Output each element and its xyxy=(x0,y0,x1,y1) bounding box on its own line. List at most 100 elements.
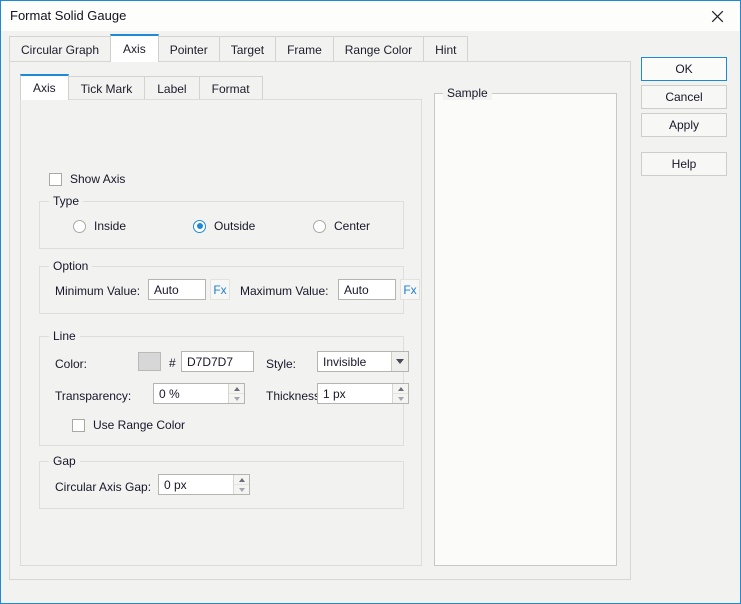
chevron-down-icon[interactable] xyxy=(391,352,408,371)
radio-outside-label: Outside xyxy=(214,219,256,233)
tab-label: Hint xyxy=(435,42,457,57)
tab-target[interactable]: Target xyxy=(218,36,277,62)
minimum-value-label: Minimum Value: xyxy=(55,284,141,298)
window-title: Format Solid Gauge xyxy=(10,8,127,23)
help-button-label: Help xyxy=(671,157,697,171)
tab-circular-graph[interactable]: Circular Graph xyxy=(9,36,112,62)
tab-content-panel: Axis Tick Mark Label Format Show Axis Ty… xyxy=(9,61,631,580)
tab-label: Circular Graph xyxy=(21,42,100,57)
sample-title: Sample xyxy=(443,86,492,100)
line-group-title: Line xyxy=(49,329,80,343)
maximum-value-label: Maximum Value: xyxy=(240,284,329,298)
minimum-value-text: Auto xyxy=(154,282,179,297)
tab-hint[interactable]: Hint xyxy=(423,36,469,62)
minimum-value-input[interactable]: Auto xyxy=(148,279,206,300)
minimum-value-fx-button[interactable]: Fx xyxy=(210,279,230,300)
tab-label: Range Color xyxy=(344,42,413,57)
subtab-label: Label xyxy=(157,81,187,96)
line-style-dropdown[interactable]: Invisible xyxy=(317,351,409,372)
gap-group-title: Gap xyxy=(49,454,80,468)
radio-inside[interactable] xyxy=(73,219,86,233)
radio-outside-row[interactable]: Outside xyxy=(193,219,255,233)
use-range-color-label: Use Range Color xyxy=(93,418,186,432)
title-bar: Format Solid Gauge xyxy=(1,1,740,31)
circular-axis-gap-label: Circular Axis Gap: xyxy=(55,480,152,494)
fx-label: Fx xyxy=(213,282,227,297)
option-group-title: Option xyxy=(49,259,93,273)
maximum-value-text: Auto xyxy=(344,282,369,297)
ok-button-label: OK xyxy=(675,62,693,76)
spinner-down-icon[interactable] xyxy=(233,485,249,494)
thickness-spinner-buttons[interactable] xyxy=(392,384,408,403)
tab-frame[interactable]: Frame xyxy=(275,36,334,62)
radio-outside[interactable] xyxy=(193,219,206,233)
subtab-format[interactable]: Format xyxy=(198,76,263,100)
sample-preview-group: Sample xyxy=(434,86,617,566)
use-range-color-checkbox[interactable] xyxy=(72,418,85,432)
hash-symbol: # xyxy=(169,356,176,370)
line-color-label: Color: xyxy=(55,357,88,371)
circular-axis-gap-value: 0 px xyxy=(164,477,187,492)
line-color-swatch[interactable] xyxy=(138,352,161,371)
fx-label: Fx xyxy=(403,282,417,297)
show-axis-checkbox-row[interactable]: Show Axis xyxy=(49,172,125,186)
subtab-axis[interactable]: Axis xyxy=(20,74,69,100)
axis-settings-panel: Show Axis Type Inside Outside Center Opt… xyxy=(20,99,422,566)
spinner-down-icon[interactable] xyxy=(392,394,408,403)
thickness-label: Thickness: xyxy=(266,389,324,403)
line-color-hex-text: D7D7D7 xyxy=(187,354,234,369)
line-style-label: Style: xyxy=(266,357,297,371)
tab-axis[interactable]: Axis xyxy=(110,34,159,62)
type-group: Type Inside Outside Center xyxy=(39,194,404,249)
thickness-value: 1 px xyxy=(323,386,346,401)
subtab-label: Format xyxy=(211,81,250,96)
maximum-value-input[interactable]: Auto xyxy=(338,279,396,300)
line-group: Line Color: # D7D7D7 Style: Invisible Tr… xyxy=(39,329,409,446)
format-solid-gauge-dialog: Format Solid Gauge Circular Graph Axis P… xyxy=(0,0,741,604)
close-icon[interactable] xyxy=(694,1,740,31)
gap-group: Gap Circular Axis Gap: 0 px xyxy=(39,454,404,509)
spinner-up-icon[interactable] xyxy=(228,384,244,394)
tab-pointer[interactable]: Pointer xyxy=(157,36,220,62)
radio-center-label: Center xyxy=(334,219,371,233)
thickness-spinner[interactable]: 1 px xyxy=(317,383,409,404)
radio-inside-label: Inside xyxy=(94,219,127,233)
line-color-hex-input[interactable]: D7D7D7 xyxy=(181,351,254,372)
transparency-spinner-buttons[interactable] xyxy=(228,384,244,403)
apply-button[interactable]: Apply xyxy=(641,113,727,137)
transparency-label: Transparency: xyxy=(55,389,132,403)
show-axis-checkbox[interactable] xyxy=(49,172,62,186)
tab-label: Target xyxy=(230,42,265,57)
spinner-up-icon[interactable] xyxy=(392,384,408,394)
radio-center-row[interactable]: Center xyxy=(313,219,370,233)
subtab-tick-mark[interactable]: Tick Mark xyxy=(67,76,146,100)
radio-inside-row[interactable]: Inside xyxy=(73,219,126,233)
type-group-title: Type xyxy=(49,194,84,208)
option-group: Option Minimum Value: Auto Fx Maximum Va… xyxy=(39,259,420,314)
spinner-up-icon[interactable] xyxy=(233,475,249,485)
circular-axis-gap-spinner-buttons[interactable] xyxy=(233,475,249,494)
main-tab-strip: Circular Graph Axis Pointer Target Frame… xyxy=(9,34,469,62)
help-button[interactable]: Help xyxy=(641,152,727,176)
subtab-label: Tick Mark xyxy=(80,81,133,96)
subtab-label: Axis xyxy=(33,81,56,95)
subtab-label[interactable]: Label xyxy=(144,76,200,100)
tab-range-color[interactable]: Range Color xyxy=(332,36,425,62)
transparency-spinner[interactable]: 0 % xyxy=(153,383,245,404)
ok-button[interactable]: OK xyxy=(641,57,727,81)
cancel-button[interactable]: Cancel xyxy=(641,85,727,109)
apply-button-label: Apply xyxy=(668,118,700,132)
tab-label: Frame xyxy=(287,42,322,57)
cancel-button-label: Cancel xyxy=(665,90,703,104)
line-style-value: Invisible xyxy=(323,354,367,369)
circular-axis-gap-spinner[interactable]: 0 px xyxy=(158,474,250,495)
spinner-down-icon[interactable] xyxy=(228,394,244,403)
tab-label: Pointer xyxy=(169,42,208,57)
tab-label: Axis xyxy=(123,42,146,56)
use-range-color-checkbox-row[interactable]: Use Range Color xyxy=(72,418,185,432)
transparency-value: 0 % xyxy=(159,386,180,401)
radio-center[interactable] xyxy=(313,219,326,233)
maximum-value-fx-button[interactable]: Fx xyxy=(400,279,420,300)
show-axis-label: Show Axis xyxy=(70,172,126,186)
sub-tab-strip: Axis Tick Mark Label Format xyxy=(20,74,263,100)
